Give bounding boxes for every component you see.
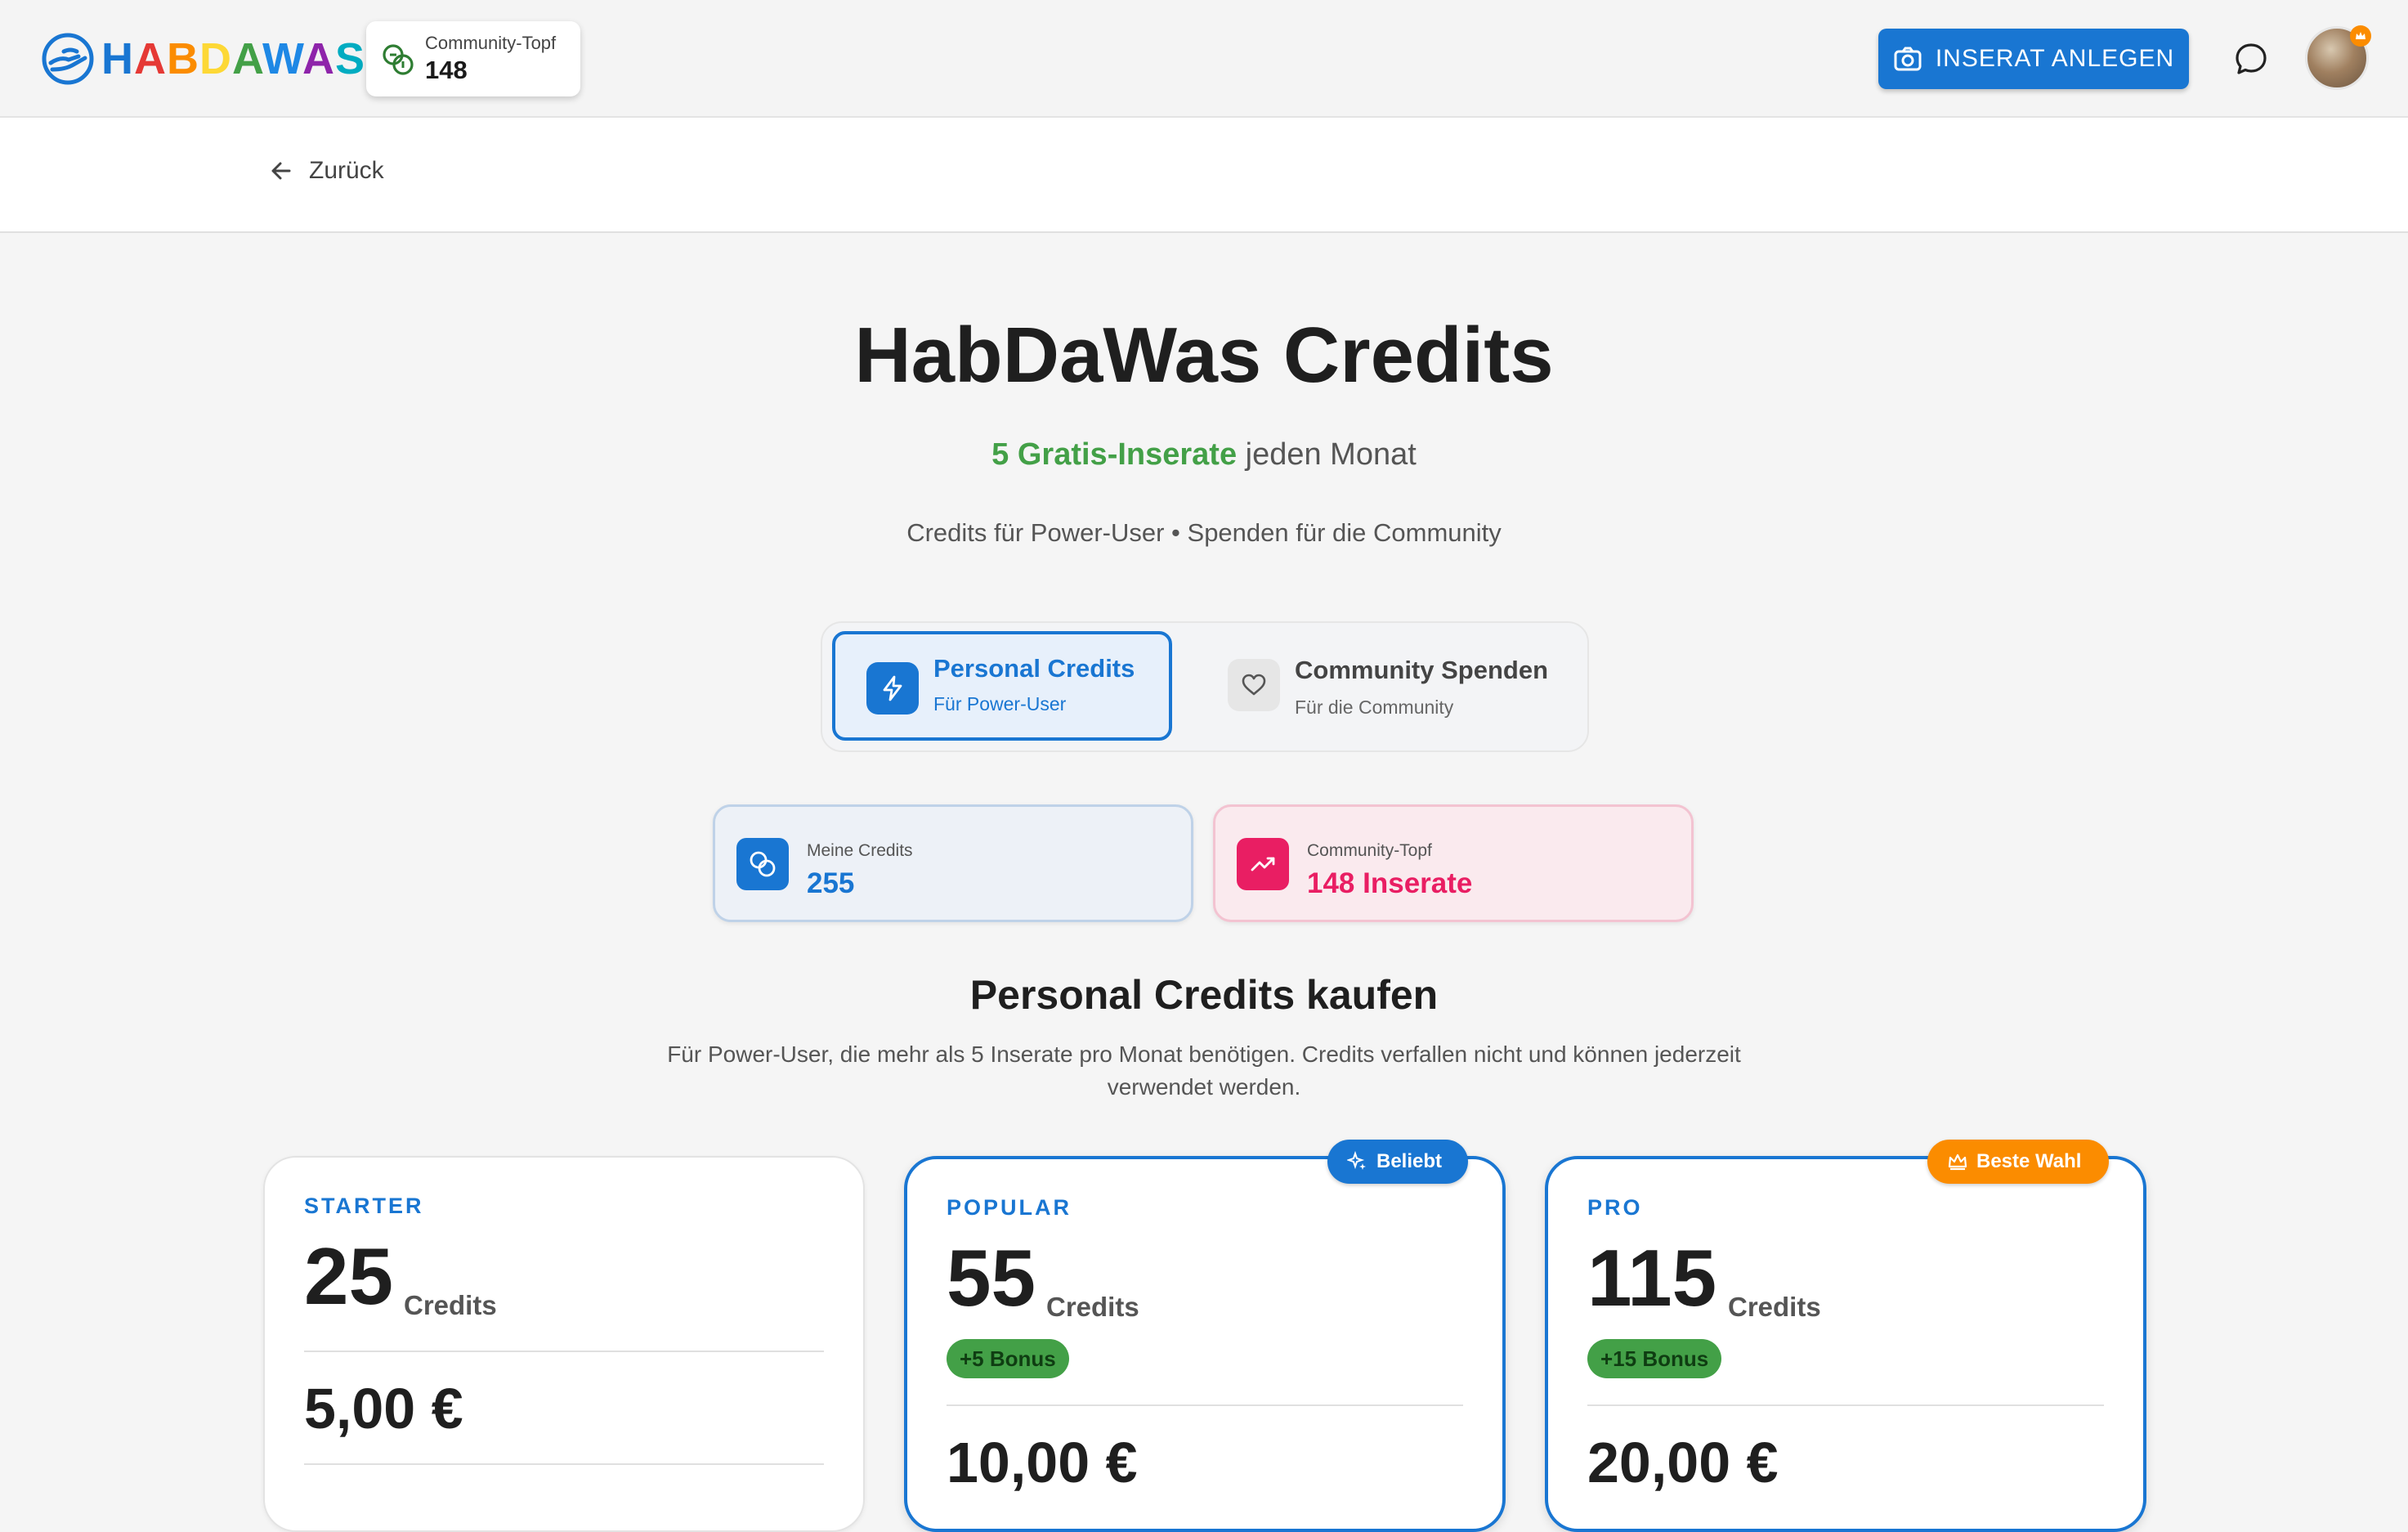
top-app-bar: HABDAWAS Community-Topf 148 INSERAT ANLE… — [0, 0, 2408, 118]
popular-badge-label: Beliebt — [1376, 1150, 1443, 1172]
coins-icon — [383, 44, 414, 75]
bonus-badge: +5 Bonus — [947, 1339, 1069, 1378]
coins-icon — [736, 838, 789, 890]
package-credit-unit: Credits — [1046, 1292, 1139, 1322]
logo-letter: A — [134, 34, 167, 83]
community-pot-label: Community-Topf — [1307, 841, 1432, 860]
mode-toggle: Personal Credits Für Power-User Communit… — [821, 621, 1589, 752]
sparkle-icon — [1347, 1151, 1366, 1170]
navigation-bar: Zurück — [0, 118, 2408, 233]
section-description: Für Power-User, die mehr als 5 Inserate … — [667, 1041, 1741, 1100]
package-credit-unit: Credits — [1728, 1292, 1821, 1322]
personal-credits-title: Personal Credits — [933, 654, 1135, 683]
package-card-popular[interactable]: POPULAR 55 Credits +5 Bonus 10,00 € — [904, 1156, 1506, 1532]
divider — [947, 1404, 1463, 1406]
community-donations-subtitle: Für die Community — [1295, 697, 1454, 718]
package-tier: POPULAR — [947, 1195, 1072, 1220]
logo-letter: H — [101, 34, 134, 83]
hero-tagline: Credits für Power-User • Spenden für die… — [906, 518, 1502, 547]
divider — [1587, 1404, 2104, 1406]
community-donations-title: Community Spenden — [1295, 656, 1549, 684]
create-listing-button[interactable]: INSERAT ANLEGEN — [1878, 29, 2189, 89]
community-pot-value: 148 Inserate — [1307, 867, 1473, 899]
logo-letter: D — [199, 34, 232, 83]
package-card-pro[interactable]: PRO 115 Credits +15 Bonus 20,00 € — [1545, 1156, 2146, 1532]
divider — [304, 1351, 824, 1352]
camera-icon — [1894, 47, 1922, 71]
chat-bubble-icon[interactable] — [2233, 41, 2269, 77]
hands-logo-icon — [42, 33, 94, 85]
pot-chip-label: Community-Topf — [425, 33, 557, 53]
trending-up-icon — [1237, 838, 1289, 890]
popular-badge: Beliebt — [1327, 1140, 1468, 1184]
logo-letter: S — [335, 34, 366, 83]
divider — [304, 1463, 824, 1465]
package-tier: PRO — [1587, 1195, 1643, 1220]
heart-icon — [1228, 659, 1280, 711]
package-credit-amount: 115 — [1587, 1233, 1717, 1323]
my-credits-value: 255 — [807, 867, 855, 899]
section-title: Personal Credits kaufen — [969, 972, 1439, 1018]
personal-credits-subtitle: Für Power-User — [933, 693, 1067, 714]
package-card-starter[interactable]: STARTER 25 Credits 5,00 € — [263, 1156, 865, 1532]
logo-letter: B — [167, 34, 199, 83]
community-pot-card: Community-Topf 148 Inserate — [1213, 804, 1694, 922]
hero-subtitle: 5 Gratis-Inserate jeden Monat — [0, 437, 2408, 473]
tab-community-donations[interactable]: Community Spenden Für die Community — [1206, 631, 1574, 741]
crown-badge-icon — [2350, 25, 2371, 47]
lightning-icon — [866, 662, 919, 714]
logo[interactable]: HABDAWAS — [41, 31, 365, 87]
page-title: HabDaWas Credits — [854, 311, 1554, 399]
package-price: 5,00 € — [304, 1377, 463, 1440]
logo-text: HABDAWAS — [101, 37, 365, 81]
free-listings-highlight: 5 Gratis-Inserate — [991, 437, 1238, 472]
tab-personal-credits[interactable]: Personal Credits Für Power-User — [832, 631, 1172, 741]
package-credit-amount: 55 — [947, 1233, 1036, 1323]
logo-letter: W — [262, 34, 303, 83]
best-choice-badge: Beste Wahl — [1927, 1140, 2109, 1184]
user-avatar[interactable] — [2305, 25, 2371, 90]
logo-letter: A — [302, 34, 336, 83]
community-pot-chip[interactable]: Community-Topf 148 — [366, 21, 580, 96]
arrow-left-icon — [271, 162, 291, 180]
package-tier: STARTER — [304, 1194, 424, 1218]
back-button[interactable]: Zurück — [268, 157, 384, 185]
best-choice-badge-label: Beste Wahl — [1976, 1150, 2082, 1172]
bonus-badge: +15 Bonus — [1587, 1339, 1722, 1378]
pot-chip-value: 148 — [425, 56, 468, 84]
crown-icon — [1948, 1153, 1967, 1171]
logo-letter: A — [232, 34, 263, 83]
create-listing-label: INSERAT ANLEGEN — [1935, 45, 2175, 72]
my-credits-label: Meine Credits — [807, 841, 913, 860]
package-credit-amount: 25 — [304, 1231, 394, 1321]
free-listings-rest: jeden Monat — [1237, 437, 1417, 472]
package-credit-unit: Credits — [404, 1290, 497, 1320]
my-credits-card: Meine Credits 255 — [713, 804, 1193, 922]
back-label: Zurück — [309, 157, 384, 184]
